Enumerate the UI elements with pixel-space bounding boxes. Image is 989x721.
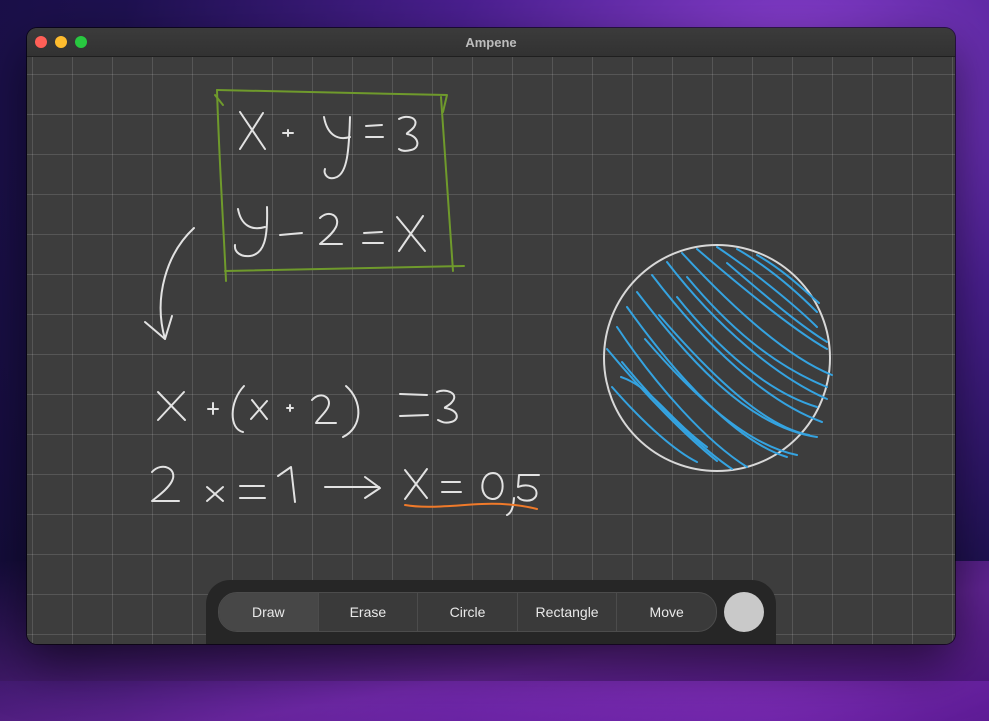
app-window: Ampene Draw Erase Circle Rectangle Move (27, 28, 955, 644)
tool-selector: Draw Erase Circle Rectangle Move (218, 592, 717, 632)
canvas-drawing (144, 89, 833, 516)
equation-line-3 (157, 385, 458, 438)
color-picker-button[interactable] (724, 592, 764, 632)
equation-line-2 (233, 206, 426, 258)
equation-line-4 (151, 465, 540, 516)
rectangle-tool-button[interactable]: Rectangle (518, 593, 618, 631)
solution-underline (404, 502, 538, 510)
draw-tool-button[interactable]: Draw (219, 593, 319, 631)
equation-line-1 (239, 111, 419, 180)
move-tool-button[interactable]: Move (617, 593, 716, 631)
equation-box (214, 89, 465, 282)
circle-tool-button[interactable]: Circle (418, 593, 518, 631)
tool-bar: Draw Erase Circle Rectangle Move (206, 580, 776, 644)
drawing-canvas[interactable] (27, 57, 955, 644)
window-title: Ampene (465, 35, 517, 50)
title-bar[interactable]: Ampene (27, 28, 955, 57)
curved-arrow (144, 227, 195, 340)
erase-tool-button[interactable]: Erase (319, 593, 419, 631)
